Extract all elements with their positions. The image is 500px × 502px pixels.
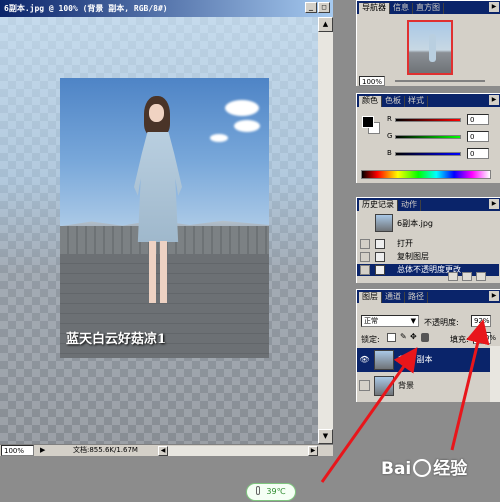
scroll-left-icon[interactable]: ◀ — [158, 446, 168, 456]
chevron-down-icon: ▼ — [410, 317, 416, 325]
scroll-down-icon[interactable]: ▼ — [318, 429, 333, 444]
channel-r-label: R — [387, 115, 392, 123]
temperature-value: 39℃ — [266, 487, 286, 496]
tab-history[interactable]: 历史记录 — [359, 200, 398, 211]
trash-icon[interactable] — [476, 272, 486, 281]
channel-g-label: G — [387, 132, 393, 140]
lock-label: 锁定: — [361, 335, 380, 344]
history-step-icon — [375, 265, 385, 275]
girl-face — [149, 104, 164, 122]
color-ramp[interactable] — [361, 170, 491, 179]
document-size-info: 文档:855.6K/1.67M — [73, 446, 138, 454]
navigator-palette: 导航器 信息 直方图 ▶ 100% — [356, 0, 500, 86]
fill-label: 填充: — [450, 335, 469, 344]
history-snapshot-label: 6副本.jpg — [397, 219, 434, 228]
history-snapshot-thumbnail[interactable] — [375, 214, 393, 232]
temperature-badge: 39℃ — [246, 483, 296, 501]
image-canvas[interactable]: 蓝天白云好菇凉1 — [0, 17, 318, 444]
channel-r-slider[interactable] — [395, 118, 461, 122]
baidu-paw-icon — [413, 459, 432, 477]
photo-image: 蓝天白云好菇凉1 — [60, 78, 269, 358]
layers-scrollbar[interactable] — [490, 346, 500, 402]
palette-menu-icon[interactable]: ▶ — [489, 291, 499, 301]
palette-menu-icon[interactable]: ▶ — [489, 95, 499, 105]
document-window: 6副本.jpg @ 100% (背景 副本, RGB/8#) _ □ 蓝天白云好… — [0, 0, 333, 456]
navigator-thumbnail[interactable] — [407, 20, 453, 75]
baidu-watermark: Bai 经验 — [381, 459, 468, 479]
horizontal-scrollbar[interactable]: ◀ ▶ — [158, 446, 318, 456]
history-palette: 历史记录 动作 ▶ 6副本.jpg 打开 复制图层 总体不透明度更改 — [356, 197, 500, 283]
cloud — [234, 120, 260, 132]
document-titlebar[interactable]: 6副本.jpg @ 100% (背景 副本, RGB/8#) _ □ — [0, 0, 333, 17]
tab-color[interactable]: 颜色 — [359, 96, 382, 107]
tab-info[interactable]: 信息 — [390, 3, 413, 14]
tab-actions[interactable]: 动作 — [398, 200, 421, 211]
thermometer-icon — [256, 486, 261, 495]
channel-g-slider[interactable] — [395, 135, 461, 139]
tab-swatches[interactable]: 色板 — [382, 96, 405, 107]
layers-palette: 图层 通道 路径 ▶ 正常 ▼ 不透明度: 92% 锁定: ✎ ✥ 填充: 100… — [356, 289, 500, 402]
channel-g-value[interactable]: 0 — [467, 131, 489, 142]
opacity-field[interactable]: 92% — [471, 315, 491, 327]
scroll-up-icon[interactable]: ▲ — [318, 17, 333, 32]
layer-row-background-copy[interactable]: 👁 背景 副本 — [357, 348, 490, 372]
girl-legs — [149, 241, 167, 303]
palette-menu-icon[interactable]: ▶ — [489, 199, 499, 209]
lock-paint-icon[interactable]: ✎ — [400, 332, 407, 341]
navigator-zoom-field[interactable]: 100% — [359, 76, 385, 86]
fill-field[interactable]: 100% — [473, 332, 496, 344]
layer-thumbnail — [374, 376, 394, 396]
tab-navigator[interactable]: 导航器 — [359, 3, 390, 14]
photo-caption: 蓝天白云好菇凉1 — [66, 332, 167, 347]
layer-name: 背景 — [398, 381, 414, 390]
minimize-button[interactable]: _ — [305, 2, 317, 13]
eye-icon[interactable]: 👁 — [359, 354, 370, 365]
status-bar: 100% ▶ 文档:855.6K/1.67M ◀ ▶ — [0, 444, 333, 456]
layer-thumbnail — [374, 350, 394, 370]
opacity-label: 不透明度: — [424, 318, 459, 327]
channel-r-value[interactable]: 0 — [467, 114, 489, 125]
lock-move-icon[interactable]: ✥ — [410, 332, 417, 341]
visibility-box[interactable] — [359, 380, 370, 391]
foreground-color-swatch[interactable] — [362, 116, 374, 128]
history-item[interactable]: 复制图层 — [357, 251, 499, 263]
cloud — [225, 100, 259, 116]
palette-menu-icon[interactable]: ▶ — [489, 2, 499, 12]
history-step-icon — [375, 252, 385, 262]
vertical-scrollbar[interactable]: ▲ ▼ — [318, 17, 333, 444]
blend-mode-select[interactable]: 正常 ▼ — [361, 315, 419, 327]
color-palette: 颜色 色板 样式 ▶ R 0 G 0 B 0 — [356, 93, 500, 183]
navigator-zoom-slider[interactable] — [395, 80, 485, 82]
status-menu-icon[interactable]: ▶ — [40, 445, 50, 456]
tab-histogram[interactable]: 直方图 — [413, 3, 444, 14]
channel-b-value[interactable]: 0 — [467, 148, 489, 159]
document-title: 6副本.jpg @ 100% (背景 副本, RGB/8#) — [4, 4, 168, 13]
history-item[interactable]: 打开 — [357, 238, 499, 250]
layer-row-background[interactable]: 背景 — [357, 374, 490, 398]
channel-b-slider[interactable] — [395, 152, 461, 156]
zoom-field[interactable]: 100% — [1, 445, 34, 456]
scroll-right-icon[interactable]: ▶ — [308, 446, 318, 456]
maximize-button[interactable]: □ — [318, 2, 330, 13]
tab-layers[interactable]: 图层 — [359, 292, 382, 303]
cloud — [210, 134, 228, 142]
new-snapshot-icon[interactable] — [462, 272, 472, 281]
girl-dress — [134, 132, 182, 242]
tab-styles[interactable]: 样式 — [405, 96, 428, 107]
channel-b-label: B — [387, 149, 392, 157]
lock-all-icon[interactable] — [421, 333, 429, 342]
new-document-from-state-icon[interactable] — [448, 272, 458, 281]
tab-paths[interactable]: 路径 — [405, 292, 428, 303]
tab-channels[interactable]: 通道 — [382, 292, 405, 303]
history-step-icon — [375, 239, 385, 249]
layer-name: 背景 副本 — [398, 355, 433, 364]
lock-transparency-icon[interactable] — [387, 333, 396, 342]
